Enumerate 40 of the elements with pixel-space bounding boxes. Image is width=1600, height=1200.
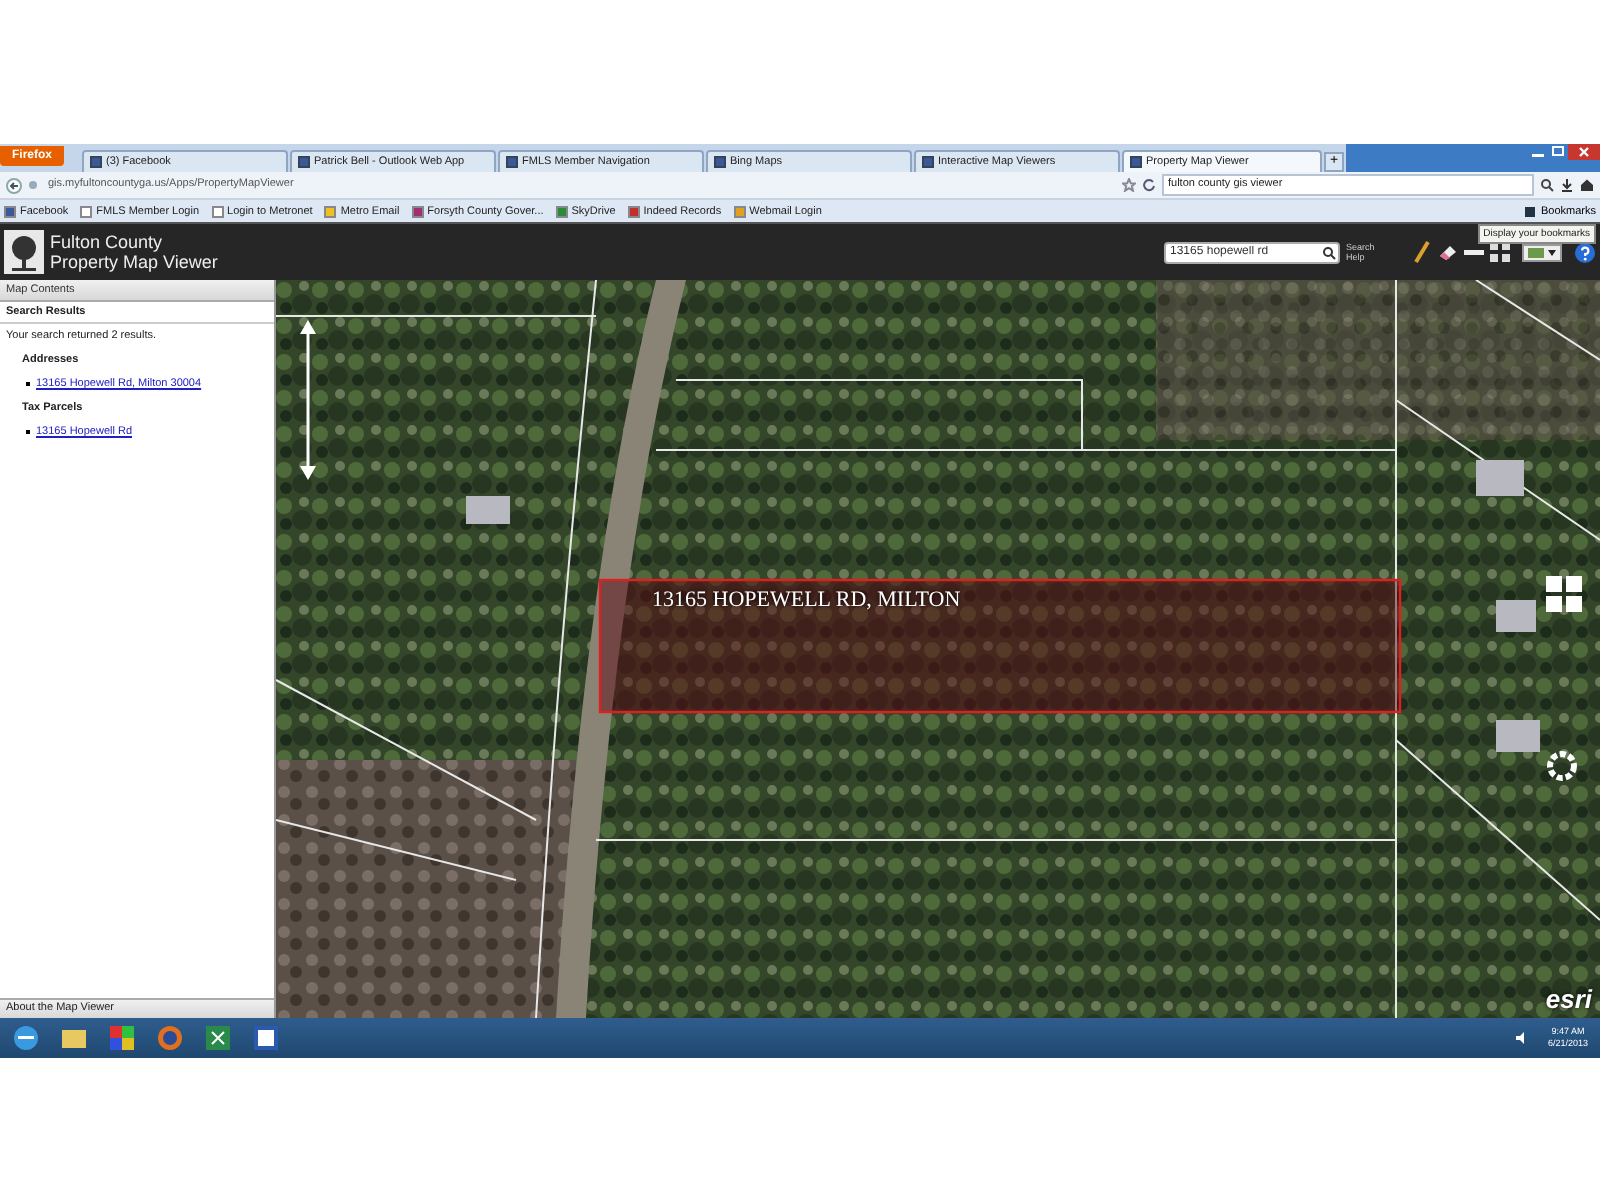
star-icon: [1122, 178, 1136, 192]
back-arrow-icon: [6, 177, 22, 193]
speaker-icon: [1515, 1032, 1528, 1044]
search-icon: [1322, 245, 1336, 259]
favicon-icon: [211, 205, 224, 217]
bookmark-icon: [1524, 205, 1537, 217]
page-icon: [1130, 156, 1143, 168]
page-icon: [90, 156, 103, 168]
tree-logo-icon: [4, 230, 44, 274]
esri-logo: esri: [1545, 984, 1592, 1014]
download-icon: [1560, 178, 1574, 192]
map-thumbnail-icon: [1528, 247, 1544, 257]
spreadsheet-icon[interactable]: [204, 1024, 232, 1052]
eraser-icon[interactable]: [1438, 242, 1458, 262]
pencil-icon[interactable]: [1412, 240, 1432, 264]
color-tiles-icon[interactable]: [108, 1024, 136, 1052]
close-icon: [1568, 144, 1600, 160]
scale-slider-icon[interactable]: [300, 320, 316, 480]
favicon-icon: [4, 205, 16, 217]
maximize-icon: [1548, 144, 1568, 160]
favicon-icon: [733, 205, 746, 217]
reload-icon: [1142, 178, 1156, 192]
windows-logo-icon[interactable]: [1546, 576, 1582, 612]
page-icon: [714, 156, 727, 168]
gear-icon[interactable]: [1547, 751, 1577, 781]
favicon-icon: [555, 205, 568, 217]
favicon-icon: [627, 205, 640, 217]
page-icon: [298, 156, 311, 168]
parcel-label: 13165 HOPEWELL RD, MILTON: [652, 588, 961, 612]
favicon-icon: [411, 205, 424, 217]
caret-icon: [1548, 249, 1556, 255]
folder-icon[interactable]: [60, 1024, 88, 1052]
app-subtitle: Property Map Viewer: [50, 252, 218, 272]
favicon-icon: [80, 205, 93, 217]
page-icon: [506, 156, 519, 168]
app-title: Fulton County: [50, 232, 165, 252]
favicon-icon: [324, 205, 337, 217]
search-icon: [1540, 178, 1554, 192]
home-icon: [1580, 178, 1594, 192]
page-icon: [922, 156, 935, 168]
